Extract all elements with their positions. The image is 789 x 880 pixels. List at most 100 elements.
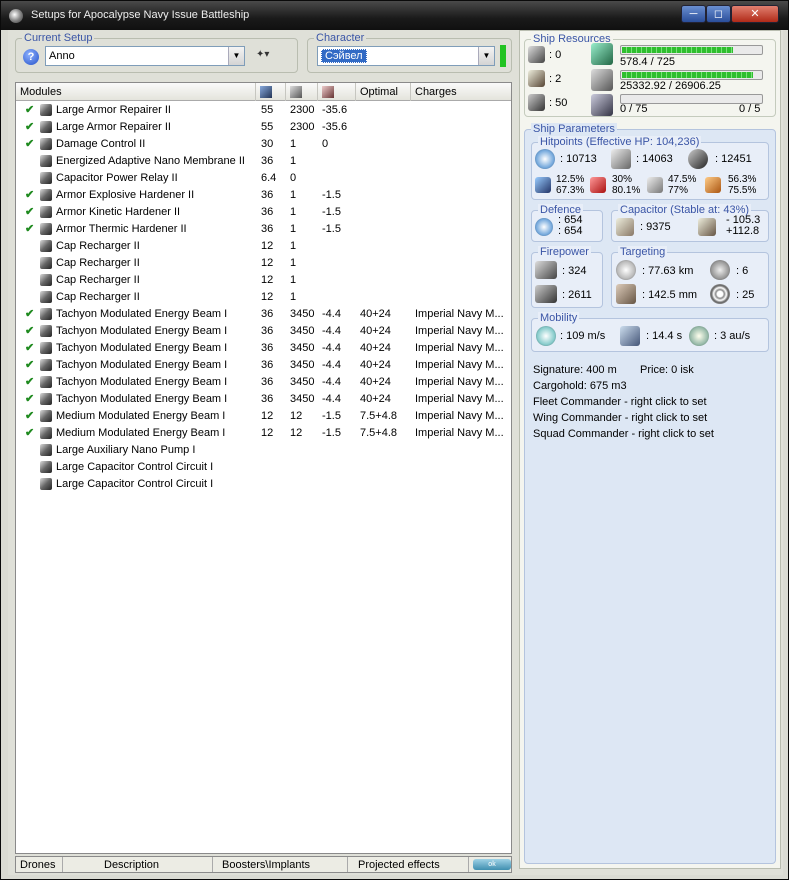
module-name: Armor Kinetic Hardener II: [56, 206, 181, 218]
module-charges: Imperial Navy M...: [415, 325, 504, 337]
current-setup-group: Current Setup ? Anno ▼ ✦▾: [15, 32, 298, 73]
module-cpu: 12: [261, 427, 274, 439]
tab-projected-effects[interactable]: Projected effects: [358, 858, 440, 872]
current-setup-label: Current Setup: [22, 32, 95, 44]
module-icon: [40, 461, 52, 473]
explosive-resist-icon: [705, 177, 721, 193]
setup-combobox[interactable]: Anno ▼: [45, 46, 245, 66]
module-row[interactable]: Large Auxiliary Nano Pump I: [16, 442, 511, 459]
module-powergrid: 12: [290, 410, 303, 422]
warp-speed: : 3 au/s: [714, 330, 751, 342]
module-row[interactable]: ✔ Damage Control II 30 1 0: [16, 136, 511, 153]
module-charges: Imperial Navy M...: [415, 376, 504, 388]
module-row[interactable]: ✔ Armor Thermic Hardener II 36 1 -1.5: [16, 221, 511, 238]
sensor-strength: : 25: [736, 289, 755, 301]
tab-drones[interactable]: Drones: [20, 858, 55, 872]
tab-description[interactable]: Description: [104, 858, 159, 872]
module-row[interactable]: ✔ Armor Kinetic Hardener II 36 1 -1.5: [16, 204, 511, 221]
module-row[interactable]: ✔ Tachyon Modulated Energy Beam I 36 3450 -4…: [16, 340, 511, 357]
minimize-button[interactable]: ─: [681, 5, 706, 23]
module-row[interactable]: Large Capacitor Control Circuit I: [16, 476, 511, 493]
modules-list[interactable]: Modules Optimal Charges ✔ Large Armor Rep…: [15, 82, 512, 854]
module-cpu: 36: [261, 155, 274, 167]
explosive-resist: 56.3% 75.5%: [728, 174, 756, 196]
module-name: Large Capacitor Control Circuit I: [56, 461, 214, 473]
module-row[interactable]: Cap Recharger II 12 1: [16, 289, 511, 306]
col-cpu[interactable]: [256, 83, 286, 101]
module-row[interactable]: ✔ Medium Modulated Energy Beam I 12 12 -1.5 7…: [16, 425, 511, 442]
module-row[interactable]: ✔ Large Armor Repairer II 55 2300 -35.6: [16, 102, 511, 119]
squad-commander[interactable]: Squad Commander - right click to set: [533, 428, 714, 440]
cpu-icon: [260, 86, 272, 98]
firepower-dps: : 2611: [562, 289, 592, 301]
thermal-armor-resist: 80.1%: [612, 185, 641, 196]
character-combobox[interactable]: Сэйвел ▼: [317, 46, 495, 66]
module-cpu: 12: [261, 274, 274, 286]
module-row[interactable]: ✔ Tachyon Modulated Energy Beam I 36 3450 -4…: [16, 357, 511, 374]
cpu-bar: [620, 45, 763, 55]
col-optimal[interactable]: Optimal: [356, 83, 411, 101]
module-cpu: 55: [261, 104, 274, 116]
module-icon: [40, 291, 52, 303]
module-name: Large Armor Repairer II: [56, 121, 171, 133]
help-icon[interactable]: ?: [23, 49, 39, 65]
module-row[interactable]: Cap Recharger II 12 1: [16, 272, 511, 289]
chevron-down-icon[interactable]: ▼: [478, 47, 494, 65]
module-powergrid: 12: [290, 427, 303, 439]
tab-boosters-implants[interactable]: Boosters\Implants: [222, 858, 310, 872]
col-charges[interactable]: Charges: [411, 83, 511, 101]
module-check-icon: ✔: [25, 342, 35, 354]
module-cpu: 36: [261, 325, 274, 337]
turret-hardpoints-value: : 0: [549, 49, 562, 61]
module-row[interactable]: ✔ Tachyon Modulated Energy Beam I 36 3450 -4…: [16, 391, 511, 408]
module-powergrid: 3450: [290, 325, 315, 337]
module-charges: Imperial Navy M...: [415, 427, 504, 439]
module-powergrid: 1: [290, 138, 297, 150]
module-icon: [40, 206, 52, 218]
em-resist-icon: [535, 177, 551, 193]
module-name: Tachyon Modulated Energy Beam I: [56, 359, 228, 371]
module-row[interactable]: Cap Recharger II 12 1: [16, 238, 511, 255]
module-name: Cap Recharger II: [56, 291, 140, 303]
module-optimal: 40+24: [360, 325, 391, 337]
module-check-icon: ✔: [25, 121, 35, 133]
module-row[interactable]: Cap Recharger II 12 1: [16, 255, 511, 272]
module-row[interactable]: ✔ Armor Explosive Hardener II 36 1 -1.5: [16, 187, 511, 204]
module-optimal: 7.5+4.8: [360, 410, 398, 422]
module-row[interactable]: Capacitor Power Relay II 6.4 0: [16, 170, 511, 187]
module-row[interactable]: Large Capacitor Control Circuit I: [16, 459, 511, 476]
col-capacitor[interactable]: [318, 83, 356, 101]
tab-status-badge: ok: [473, 859, 511, 870]
chevron-down-icon[interactable]: ▼: [228, 47, 244, 65]
module-icon: [40, 444, 52, 456]
turret-hardpoints-icon: [528, 46, 545, 63]
module-powergrid: 1: [290, 240, 297, 252]
module-capacitor: -35.6: [322, 104, 348, 116]
module-row[interactable]: ✔ Tachyon Modulated Energy Beam I 36 3450 -4…: [16, 306, 511, 323]
module-row[interactable]: ✔ Medium Modulated Energy Beam I 12 12 -1.5 7…: [16, 408, 511, 425]
module-cpu: 36: [261, 308, 274, 320]
ship-menu-icon[interactable]: ✦▾: [256, 49, 284, 65]
module-name: Damage Control II: [56, 138, 146, 150]
module-row[interactable]: ✔ Tachyon Modulated Energy Beam I 36 3450 -4…: [16, 323, 511, 340]
module-capacitor: -1.5: [322, 427, 341, 439]
module-row[interactable]: ✔ Tachyon Modulated Energy Beam I 36 3450 -4…: [16, 374, 511, 391]
module-icon: [40, 359, 52, 371]
col-powergrid[interactable]: [286, 83, 318, 101]
maximize-button[interactable]: ◻: [706, 5, 731, 23]
shield-hp: : 10713: [560, 153, 597, 165]
scan-resolution: : 142.5 mm: [642, 289, 698, 301]
module-name: Energized Adaptive Nano Membrane II: [56, 155, 245, 167]
wing-commander[interactable]: Wing Commander - right click to set: [533, 412, 707, 424]
cpu-icon: [591, 43, 613, 65]
module-icon: [40, 274, 52, 286]
capacitor-deltas: - 105.3 +112.8: [726, 215, 760, 237]
close-button[interactable]: ✕: [731, 5, 779, 23]
module-row[interactable]: ✔ Large Armor Repairer II 55 2300 -35.6: [16, 119, 511, 136]
title-bar[interactable]: Setups for Apocalypse Navy Issue Battles…: [1, 1, 788, 30]
module-check-icon: ✔: [25, 427, 35, 439]
module-powergrid: 1: [290, 189, 297, 201]
module-row[interactable]: Energized Adaptive Nano Membrane II 36 1: [16, 153, 511, 170]
col-modules[interactable]: Modules: [16, 83, 256, 101]
fleet-commander[interactable]: Fleet Commander - right click to set: [533, 396, 707, 408]
